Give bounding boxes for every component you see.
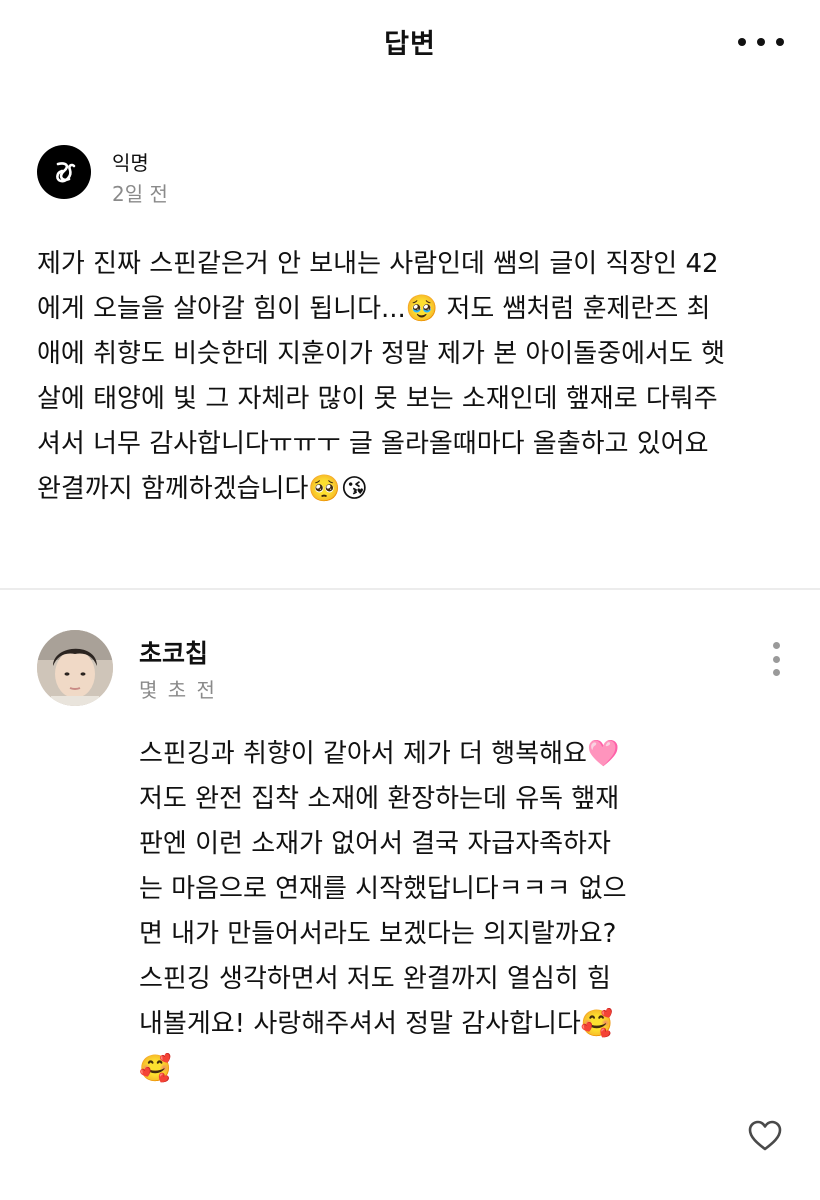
more-options-button[interactable] xyxy=(738,32,784,52)
page-title: 답변 xyxy=(384,29,436,60)
avatar[interactable] xyxy=(37,630,113,706)
question-author: 익명 xyxy=(112,151,149,175)
more-vertical-icon-dot xyxy=(772,655,780,663)
answer-timestamp: 몇 초 전 xyxy=(139,678,217,702)
anonymous-logo-icon xyxy=(56,162,76,183)
heart-outline-icon xyxy=(748,1120,782,1151)
answer-menu-button[interactable] xyxy=(770,642,782,676)
question-body: 제가 진짜 스핀같은거 안 보내는 사람인데 쌤의 글이 직장인 42 에게 오… xyxy=(37,249,726,504)
more-horizontal-icon-dot xyxy=(776,38,784,46)
more-horizontal-icon xyxy=(738,38,746,46)
profile-photo xyxy=(37,630,113,706)
question-timestamp: 2일 전 xyxy=(112,182,168,206)
anonymous-avatar xyxy=(37,145,91,199)
more-horizontal-icon-dot xyxy=(757,38,765,46)
top-bar: 답변 xyxy=(0,0,820,86)
answer-body: 스핀깅과 취향이 같아서 제가 더 행복해요🩷 저도 완전 집착 소재에 환장하… xyxy=(139,739,627,1084)
like-button[interactable] xyxy=(747,1118,783,1154)
answer-author[interactable]: 초코칩 xyxy=(139,634,208,670)
more-vertical-icon-dot xyxy=(772,669,780,676)
section-divider xyxy=(0,588,820,590)
more-vertical-icon xyxy=(772,642,780,649)
